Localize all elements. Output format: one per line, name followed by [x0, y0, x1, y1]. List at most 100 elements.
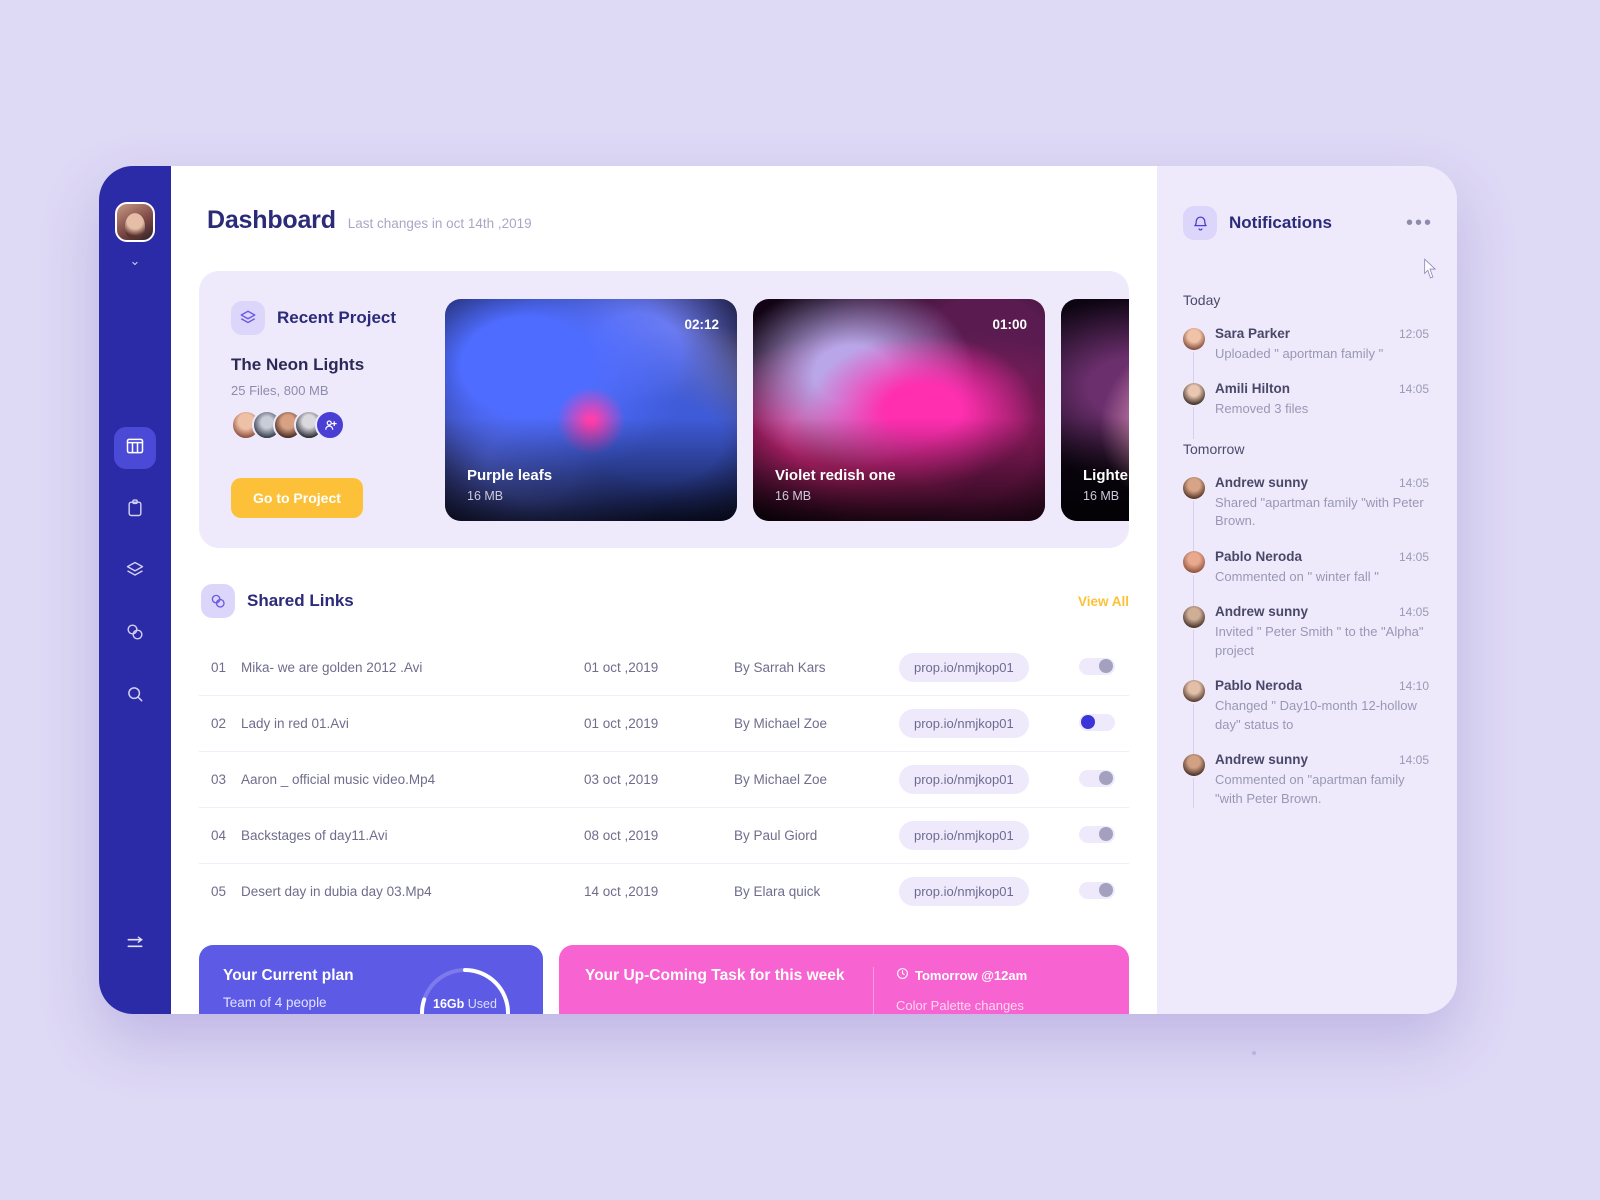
notification-text: Commented on " winter fall "	[1215, 568, 1379, 584]
storage-ring: 16Gb Used of 20Gb	[415, 963, 515, 1014]
task-title: Your Up-Coming Task for this week	[585, 967, 845, 984]
sidebar-item-search[interactable]	[114, 675, 156, 717]
avatar	[1183, 754, 1205, 777]
avatar	[1183, 550, 1205, 573]
table-row[interactable]: 03 Aaron _ official music video.Mp4 03 o…	[199, 752, 1129, 808]
sidebar: ⌄	[99, 166, 171, 1014]
thumbnail-body: Purple leafs 16 MB	[467, 467, 552, 503]
mouse-cursor	[1423, 258, 1438, 284]
share-toggle[interactable]	[1079, 657, 1115, 675]
notification-item[interactable]: Pablo Neroda 14:05 Commented on " winter…	[1183, 549, 1433, 607]
notification-item[interactable]: Pablo Neroda 14:10 Changed " Day10-month…	[1183, 678, 1433, 755]
notification-time: 14:05	[1398, 549, 1429, 564]
row-date: 08 oct ,2019	[584, 828, 659, 843]
go-to-project-button[interactable]: Go to Project	[231, 478, 363, 518]
notifications-group-label: Tomorrow	[1183, 440, 1245, 457]
notifications-title: Notifications	[1229, 213, 1332, 232]
chevron-down-icon[interactable]: ⌄	[130, 254, 141, 267]
notification-text: Changed " Day10-month 12-hollow day" sta…	[1215, 698, 1417, 732]
url-pill[interactable]: prop.io/nmjkop01	[899, 709, 1029, 738]
share-toggle[interactable]	[1079, 825, 1115, 843]
shared-links-section: Shared Links View All 01 Mika- we are go…	[199, 584, 1129, 919]
main-content: Dashboard Last changes in oct 14th ,2019…	[171, 166, 1157, 1014]
project-thumbnails: 02:12 Purple leafs 16 MB 01:00 Violet re…	[445, 298, 1129, 521]
section-title: Shared Links	[247, 591, 354, 610]
row-file-name: Aaron _ official music video.Mp4	[241, 772, 436, 787]
row-toggle-cell	[1059, 864, 1129, 920]
sidebar-item-projects[interactable]	[114, 551, 156, 593]
thumbnail-duration: 01:00	[992, 316, 1027, 332]
sidebar-item-dashboard[interactable]	[114, 427, 156, 469]
notification-body: Sara Parker 12:05 Uploaded " aportman fa…	[1215, 326, 1433, 363]
recent-project-card: Recent Project The Neon Lights 25 Files,…	[199, 271, 1129, 548]
avatar[interactable]	[115, 202, 155, 242]
share-toggle[interactable]	[1079, 881, 1115, 899]
url-pill[interactable]: prop.io/nmjkop01	[899, 653, 1029, 682]
notification-item[interactable]: Sara Parker 12:05 Uploaded " aportman fa…	[1183, 326, 1433, 384]
url-pill[interactable]: prop.io/nmjkop01	[899, 821, 1029, 850]
notification-item[interactable]: Amili Hilton 14:05 Removed 3 files	[1183, 381, 1433, 439]
row-author: By Michael Zoe	[734, 716, 828, 731]
share-toggle[interactable]	[1079, 713, 1115, 731]
task-main: Your Up-Coming Task for this week You Ha…	[585, 967, 873, 1014]
notification-item[interactable]: Andrew sunny 14:05 Invited " Peter Smith…	[1183, 604, 1433, 681]
current-plan-card: Your Current plan Team of 4 people Upgra…	[199, 945, 543, 1014]
thumbnail-title: Lightein	[1083, 466, 1129, 484]
clipboard-icon	[125, 498, 145, 523]
url-pill[interactable]: prop.io/nmjkop01	[899, 765, 1029, 794]
notification-item[interactable]: Andrew sunny 14:05 Shared "apartman fami…	[1183, 475, 1433, 551]
timeline-connector	[1193, 630, 1194, 681]
table-row[interactable]: 04 Backstages of day11.Avi 08 oct ,2019 …	[199, 808, 1129, 864]
upcoming-task-card: Your Up-Coming Task for this week You Ha…	[559, 945, 1129, 1014]
link-icon	[201, 584, 235, 618]
search-icon	[125, 684, 145, 709]
url-pill[interactable]: prop.io/nmjkop01	[899, 877, 1029, 906]
project-meta: 25 Files, 800 MB	[231, 383, 329, 398]
row-toggle-cell	[1059, 640, 1129, 696]
page-header: Dashboard Last changes in oct 14th ,2019	[171, 206, 1157, 235]
thumbnail-title: Violet redish one	[775, 466, 896, 484]
row-author: By Sarrah Kars	[734, 660, 826, 675]
timeline-connector	[1193, 778, 1194, 808]
more-dots-icon[interactable]: •••	[1406, 213, 1433, 233]
avatar	[1183, 606, 1205, 629]
timeline-connector	[1193, 574, 1194, 607]
notification-item[interactable]: Andrew sunny 14:05 Commented on "apartma…	[1183, 752, 1433, 808]
avatar	[1183, 328, 1205, 350]
thumbnail-card[interactable]: Lightein 16 MB	[1061, 298, 1129, 521]
notification-time: 14:05	[1398, 753, 1429, 768]
clock-icon	[896, 967, 909, 983]
notification-body: Amili Hilton 14:05 Removed 3 files	[1215, 381, 1433, 418]
thumbnail-card[interactable]: 02:12 Purple leafs 16 MB	[445, 298, 737, 521]
shared-links-header: Shared Links View All	[199, 584, 1129, 618]
notification-name: Pablo Neroda	[1215, 678, 1303, 694]
notification-body: Pablo Neroda 14:10 Changed " Day10-month…	[1215, 678, 1433, 734]
notification-top: Andrew sunny 14:05	[1215, 752, 1429, 767]
row-number: 03	[211, 772, 227, 787]
notification-body: Andrew sunny 14:05 Shared "apartman fami…	[1215, 475, 1433, 531]
thumbnail-size: 16 MB	[467, 488, 504, 503]
notification-top: Pablo Neroda 14:10	[1215, 678, 1429, 693]
view-all-link[interactable]: View All	[1078, 594, 1129, 609]
add-user-icon[interactable]	[315, 410, 345, 440]
notification-name: Andrew sunny	[1215, 474, 1309, 490]
sidebar-item-links[interactable]	[114, 613, 156, 655]
table-row[interactable]: 01 Mika- we are golden 2012 .Avi 01 oct …	[199, 640, 1129, 696]
notification-text: Commented on "apartman family "with Pete…	[1215, 772, 1405, 806]
thumbnail-body: Lightein 16 MB	[1083, 467, 1129, 503]
table-row[interactable]: 02 Lady in red 01.Avi 01 oct ,2019 By Mi…	[199, 696, 1129, 752]
sidebar-item-tasks[interactable]	[114, 489, 156, 531]
member-avatars	[231, 410, 439, 440]
row-url: prop.io/nmjkop01	[899, 696, 1059, 752]
notification-top: Andrew sunny 14:05	[1215, 475, 1429, 490]
bell-icon	[1183, 206, 1217, 240]
share-toggle[interactable]	[1079, 769, 1115, 787]
thumbnail-card[interactable]: 01:00 Violet redish one 16 MB	[753, 298, 1045, 521]
sidebar-item-settings[interactable]	[114, 924, 156, 966]
row-number: 04	[211, 828, 227, 843]
task-note: Color Palette changes to bluish & green	[896, 998, 1024, 1013]
avatar	[1183, 476, 1205, 499]
decorative-dot	[1252, 1051, 1256, 1055]
table-row[interactable]: 05 Desert day in dubia day 03.Mp4 14 oct…	[199, 864, 1129, 920]
sliders-icon	[125, 933, 145, 958]
